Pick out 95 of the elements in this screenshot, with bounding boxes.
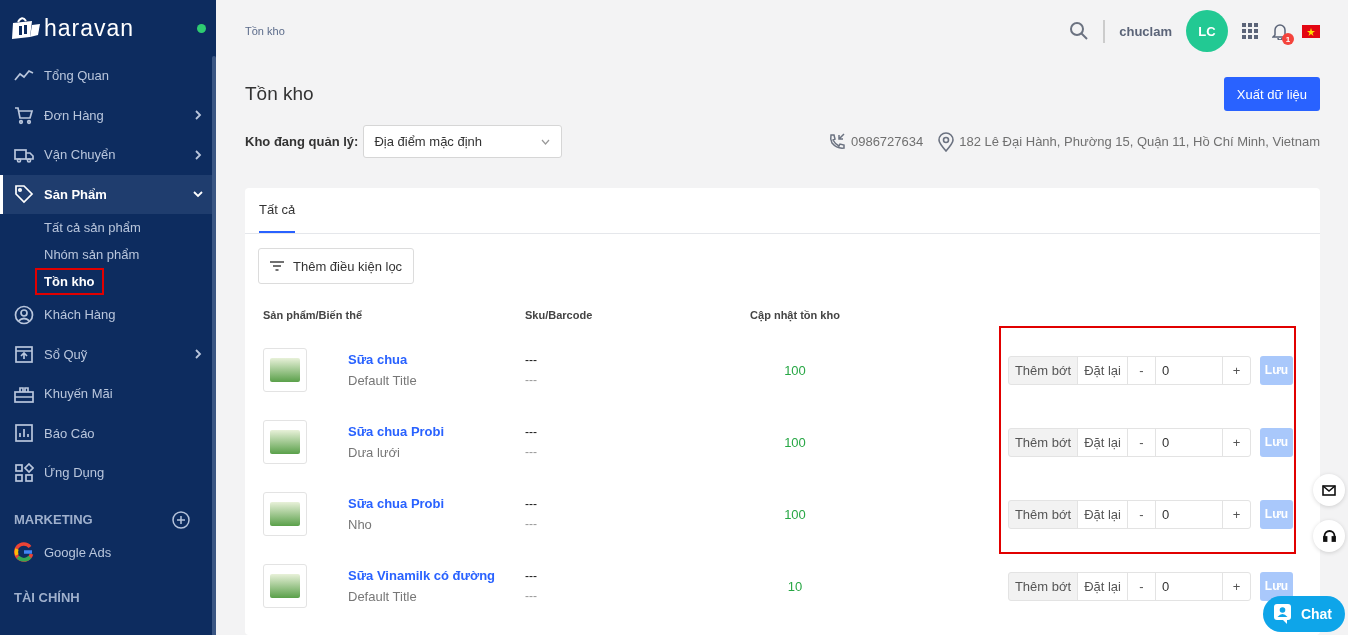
filter-button[interactable]: Thêm điều kiện lọc <box>258 248 415 285</box>
reset-toggle[interactable]: Đặt lại <box>1077 571 1128 601</box>
headset-icon <box>1322 529 1336 543</box>
barcode-value: --- <box>525 517 538 532</box>
breadcrumb-link[interactable]: Tồn kho <box>245 25 285 38</box>
product-name-link[interactable]: Sữa chua Probi <box>348 496 445 512</box>
section-title: TÀI CHÍNH <box>14 590 80 605</box>
caret-icon <box>541 138 551 145</box>
filter-icon <box>270 261 284 272</box>
barcode-value: --- <box>525 589 538 604</box>
add-remove-toggle[interactable]: Thêm bớt <box>1007 499 1079 529</box>
reset-toggle[interactable]: Đặt lại <box>1077 355 1128 385</box>
mail-button[interactable] <box>1313 474 1345 506</box>
sidebar-subitem[interactable]: Nhóm sản phẩm <box>0 241 140 268</box>
barcode-value: --- <box>525 445 538 460</box>
sidebar-item[interactable]: Vận Chuyển <box>0 135 216 175</box>
address: 182 Lê Đại Hành, Phường 15, Quận 11, Hồ Chí Minh, Vietnam <box>959 134 1320 150</box>
reset-toggle[interactable]: Đặt lại <box>1077 427 1128 457</box>
phone-icon <box>827 132 846 151</box>
variant-name: Default Title <box>348 589 418 605</box>
reset-toggle[interactable]: Đặt lại <box>1077 499 1128 529</box>
warehouse-select[interactable]: Địa điểm mặc định <box>363 125 563 159</box>
export-button[interactable]: Xuất dữ liệu <box>1223 77 1320 112</box>
product-photo-placeholder <box>263 420 307 465</box>
sidebar-item[interactable]: Sổ Quỹ <box>0 334 216 374</box>
apps-grid-icon[interactable] <box>1242 23 1258 40</box>
bell-icon[interactable] <box>1272 22 1288 41</box>
quantity-input[interactable]: 0 <box>1155 355 1223 385</box>
g-logo-icon <box>14 542 34 563</box>
increment-button[interactable]: + <box>1222 499 1251 529</box>
sidebar-item[interactable]: Tổng Quan <box>0 56 216 96</box>
add-remove-toggle[interactable]: Thêm bớt <box>1007 355 1079 385</box>
column-header: Cập nhật tồn kho <box>749 309 841 322</box>
scrollbar[interactable] <box>212 56 216 635</box>
mail-icon <box>1322 484 1336 496</box>
shopping-bag-logo-icon <box>10 15 40 41</box>
sidebar-item[interactable]: Khách Hàng <box>0 295 216 335</box>
search-icon[interactable] <box>1069 21 1090 42</box>
notification-badge: 1 <box>1282 33 1294 46</box>
decrement-button[interactable]: - <box>1127 499 1156 529</box>
location-pin-icon <box>938 131 955 152</box>
support-button[interactable] <box>1313 520 1345 552</box>
flag-icon[interactable] <box>1302 24 1320 38</box>
sidebar-item-icon <box>14 344 34 365</box>
stock-quantity: 100 <box>784 362 806 378</box>
add-remove-toggle[interactable]: Thêm bớt <box>1007 427 1079 457</box>
sidebar-item-icon <box>14 462 34 483</box>
increment-button[interactable]: + <box>1222 355 1251 385</box>
product-photo-placeholder <box>263 348 307 393</box>
warehouse-label: Kho đang quản lý: <box>245 134 359 150</box>
product-name-link[interactable]: Sữa Vinamilk có đường <box>348 568 496 584</box>
page-title: Tồn kho <box>245 83 314 106</box>
sidebar-item-icon <box>14 184 34 205</box>
increment-button[interactable]: + <box>1222 427 1251 457</box>
decrement-button[interactable]: - <box>1127 427 1156 457</box>
stock-quantity: 100 <box>784 506 806 522</box>
stock-quantity: 10 <box>787 578 803 594</box>
phone-number: 0986727634 <box>850 134 924 150</box>
variant-name: Dưa lưới <box>348 445 401 461</box>
product-photo-placeholder <box>263 564 307 609</box>
sidebar-subitem[interactable]: Tồn kho <box>37 270 102 293</box>
column-header: Sku/Barcode <box>525 309 594 322</box>
tab[interactable]: Tất cả <box>259 188 296 234</box>
stock-quantity: 100 <box>784 434 806 450</box>
sku-value: --- <box>525 425 538 440</box>
sku-value: --- <box>525 497 538 512</box>
sidebar-item-icon <box>14 423 34 444</box>
quantity-input[interactable]: 0 <box>1155 427 1223 457</box>
section-title: MARKETING <box>14 512 93 527</box>
sidebar-item-icon <box>14 105 34 126</box>
decrement-button[interactable]: - <box>1127 571 1156 601</box>
decrement-button[interactable]: - <box>1127 355 1156 385</box>
variant-name: Nho <box>348 517 373 533</box>
quantity-input[interactable]: 0 <box>1155 571 1223 601</box>
sidebar-item[interactable]: Báo Cáo <box>0 413 216 453</box>
sidebar-item[interactable]: Đơn Hàng <box>0 95 216 135</box>
add-icon[interactable] <box>172 510 190 529</box>
increment-button[interactable]: + <box>1222 571 1251 601</box>
sidebar-item-icon <box>14 304 34 325</box>
sidebar-item[interactable]: Khuyến Mãi <box>0 374 216 414</box>
username[interactable]: chuclam <box>1119 23 1172 39</box>
brand-name[interactable]: haravan <box>44 14 193 42</box>
sidebar-subitem[interactable]: Tất cả sản phẩm <box>0 214 141 241</box>
sidebar-item[interactable]: Google Ads <box>0 532 216 572</box>
add-remove-toggle[interactable]: Thêm bớt <box>1007 571 1079 601</box>
product-name-link[interactable]: Sữa chua <box>348 352 417 368</box>
quantity-input[interactable]: 0 <box>1155 499 1223 529</box>
sku-value: --- <box>525 569 538 584</box>
barcode-value: --- <box>525 373 538 388</box>
column-header: Sản phẩm/Biến thể <box>263 309 364 322</box>
variant-name: Default Title <box>348 373 417 389</box>
product-photo-placeholder <box>263 492 307 537</box>
sku-value: --- <box>525 353 538 368</box>
sidebar-item[interactable]: Ứng Dụng <box>0 453 216 493</box>
product-name-link[interactable]: Sữa chua Probi <box>348 424 445 440</box>
